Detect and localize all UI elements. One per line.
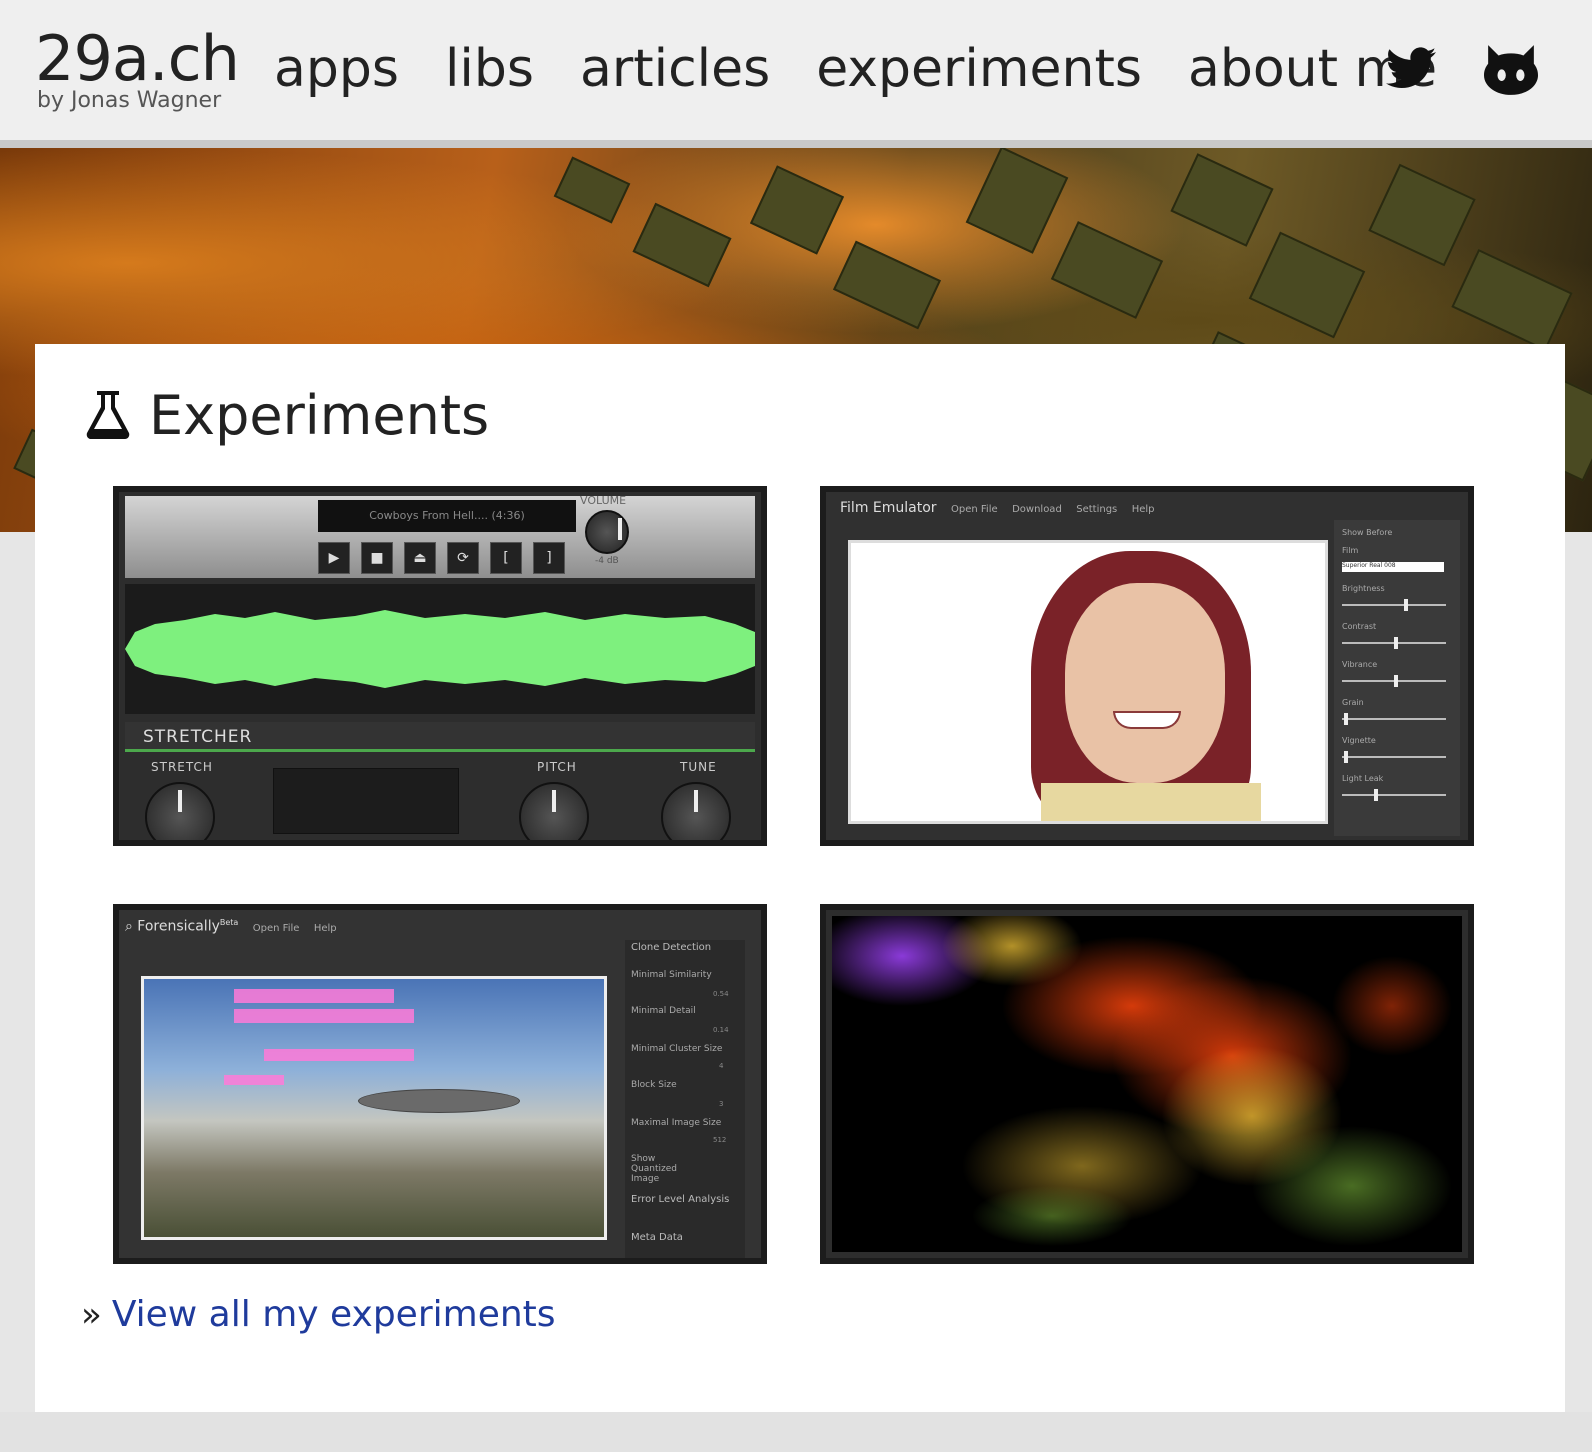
stretcher-track-display: Cowboys From Hell.... (4:36): [318, 500, 576, 532]
volume-knob: [585, 510, 629, 554]
forensically-title: Forensically: [137, 918, 220, 935]
double-chevron-right-icon: »: [81, 1294, 102, 1335]
view-all-experiments-link[interactable]: View all my experiments: [112, 1294, 556, 1335]
tool-minimal-cluster-size: Minimal Cluster Size: [631, 1044, 723, 1054]
forensically-tools: Clone Detection Minimal Similarity Minim…: [625, 940, 745, 1258]
clone-highlight: [224, 1075, 284, 1085]
play-icon: ▶: [318, 542, 350, 574]
film-emulator-menu: Film Emulator Open File Download Setting…: [840, 500, 1155, 516]
value-cluster: 4: [719, 1062, 724, 1070]
menu-open-file: Open File: [252, 922, 300, 934]
page-bottom: [0, 1412, 1592, 1452]
tune-knob: [661, 782, 731, 840]
clone-highlight: [234, 1009, 414, 1023]
stretcher-display: [273, 768, 459, 834]
stretcher-brand: STRETCHER: [125, 722, 755, 752]
forensically-menu: ⌕ ForensicallyBeta Open File Help: [125, 918, 337, 935]
experiment-stretcher[interactable]: Cowboys From Hell.... (4:36) ▶ ■ ⏏ ⟳ [ ]…: [113, 486, 767, 846]
portrait-shirt: [1041, 783, 1261, 821]
ufo-shape: [358, 1089, 520, 1113]
nav-experiments[interactable]: experiments: [816, 38, 1142, 100]
site-header: 29a.ch by Jonas Wagner apps libs article…: [0, 0, 1592, 148]
value-block: 3: [719, 1100, 724, 1108]
pitch-label: PITCH: [537, 760, 577, 774]
site-byline: by Jonas Wagner: [37, 88, 222, 113]
loop-start-icon: [: [490, 542, 522, 574]
stretch-knob: [145, 782, 215, 840]
film-emulator-photo: [848, 540, 1328, 824]
experiment-forensically[interactable]: ⌕ ForensicallyBeta Open File Help Clone …: [113, 904, 767, 1264]
film-emulator-title: Film Emulator: [840, 500, 937, 516]
value-image-size: 512: [713, 1136, 727, 1144]
experiment-film-emulator[interactable]: Film Emulator Open File Download Setting…: [820, 486, 1474, 846]
contrast-slider: [1342, 637, 1446, 649]
portrait-smile: [1113, 711, 1181, 729]
menu-download: Download: [1012, 504, 1062, 515]
stretcher-waveform: [125, 584, 755, 714]
section-heading: Experiments: [85, 384, 489, 447]
setting-show-before: Show Before: [1342, 528, 1393, 537]
setting-brightness: Brightness: [1342, 584, 1385, 593]
flask-icon: [85, 389, 131, 443]
experiment-fluid-fire[interactable]: [820, 904, 1474, 1264]
tool-error-level-analysis: Error Level Analysis: [631, 1194, 730, 1205]
film-emulator-settings: Show Before Film Superior Real 008 Brigh…: [1334, 520, 1460, 836]
vignette-slider: [1342, 751, 1446, 763]
film-select: Superior Real 008: [1342, 562, 1444, 572]
grain-slider: [1342, 713, 1446, 725]
twitter-icon[interactable]: [1386, 46, 1436, 94]
stretcher-transport: Cowboys From Hell.... (4:36) ▶ ■ ⏏ ⟳ [ ]…: [125, 494, 755, 578]
loop-end-icon: ]: [533, 542, 565, 574]
setting-grain: Grain: [1342, 698, 1364, 707]
light-leak-slider: [1342, 789, 1446, 801]
menu-help: Help: [313, 922, 337, 934]
experiments-card: Experiments Cowboys From Hell.... (4:36)…: [35, 344, 1565, 1412]
volume-value: -4 dB: [595, 556, 619, 566]
vibrance-slider: [1342, 675, 1446, 687]
nav-apps[interactable]: apps: [274, 38, 399, 100]
main-nav: apps libs articles experiments about me: [274, 38, 1483, 100]
menu-open-file: Open File: [951, 504, 998, 515]
tool-meta-data: Meta Data: [631, 1232, 683, 1243]
volume-label: VOLUME: [580, 494, 627, 507]
tool-minimal-similarity: Minimal Similarity: [631, 970, 712, 980]
beta-badge: Beta: [219, 918, 239, 927]
fluid-fire-canvas: [832, 916, 1462, 1252]
portrait-face: [1065, 583, 1225, 783]
nav-libs[interactable]: libs: [445, 38, 534, 100]
stop-icon: ■: [361, 542, 393, 574]
menu-settings: Settings: [1076, 504, 1118, 515]
value-detail: 0.14: [713, 1026, 729, 1034]
magnifier-icon: ⌕: [125, 918, 133, 935]
setting-vignette: Vignette: [1342, 736, 1376, 745]
eject-icon: ⏏: [404, 542, 436, 574]
tool-block-size: Block Size: [631, 1080, 677, 1090]
tool-minimal-detail: Minimal Detail: [631, 1006, 696, 1016]
menu-help: Help: [1131, 504, 1155, 515]
site-title[interactable]: 29a.ch: [35, 26, 240, 92]
site-logo[interactable]: 29a.ch by Jonas Wagner: [35, 26, 240, 114]
nav-articles[interactable]: articles: [580, 38, 770, 100]
clone-highlight: [264, 1049, 414, 1061]
tool-maximal-image-size: Maximal Image Size: [631, 1118, 722, 1128]
section-title: Experiments: [149, 384, 490, 447]
setting-film: Film: [1342, 546, 1359, 555]
forensically-photo: [141, 976, 607, 1240]
view-all-link-row: » View all my experiments: [81, 1294, 556, 1335]
tune-label: TUNE: [680, 760, 717, 774]
setting-contrast: Contrast: [1342, 622, 1377, 631]
setting-light-leak: Light Leak: [1342, 774, 1384, 783]
github-icon[interactable]: [1484, 44, 1538, 100]
stretch-label: STRETCH: [151, 760, 213, 774]
tool-show-quantized-image: Show Quantized Image: [631, 1154, 678, 1184]
tool-clone-detection: Clone Detection: [631, 942, 712, 953]
pitch-knob: [519, 782, 589, 840]
clone-highlight: [234, 989, 394, 1003]
brightness-slider: [1342, 599, 1446, 611]
loop-icon: ⟳: [447, 542, 479, 574]
value-similarity: 0.54: [713, 990, 729, 998]
setting-vibrance: Vibrance: [1342, 660, 1378, 669]
